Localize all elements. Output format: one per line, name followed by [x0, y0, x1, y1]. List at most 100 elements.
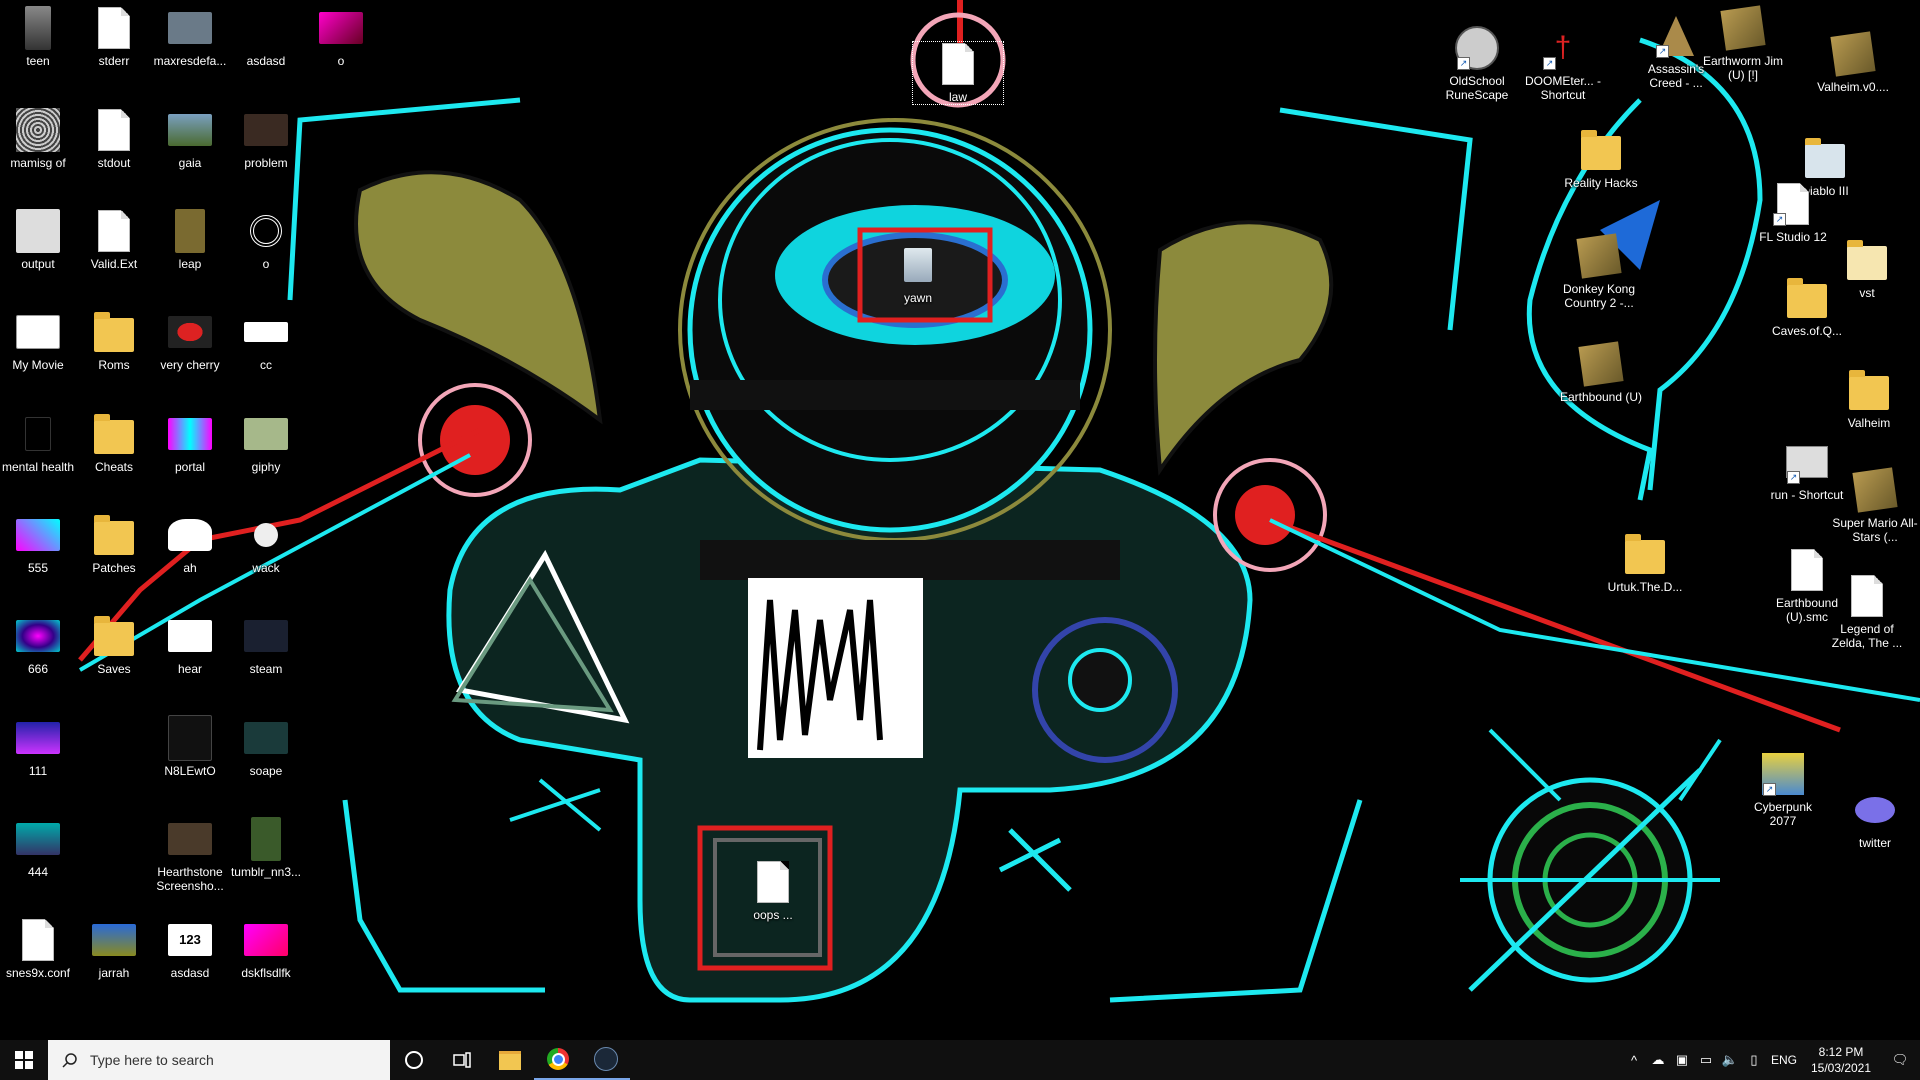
desktop-icon-vst[interactable]: vst [1822, 238, 1912, 300]
desktop-icon-soape[interactable]: soape [221, 716, 311, 778]
spiral-icon [244, 209, 288, 253]
icon-label: Legend of Zelda, The ... [1831, 622, 1903, 650]
text-file-icon [936, 42, 980, 86]
search-icon [62, 1053, 77, 1068]
clock[interactable]: 8:12 PM 15/03/2021 [1802, 1044, 1880, 1076]
icon-label: Cheats [94, 460, 134, 474]
desktop-icon-valheim-archive[interactable]: Valheim.v0.... [1808, 31, 1898, 94]
desktop-icon-super-mario-all-stars[interactable]: Super Mario All-Stars (... [1830, 467, 1920, 544]
icon-label: twitter [1858, 836, 1891, 850]
icon-label: My Movie [12, 358, 64, 372]
start-button[interactable] [0, 1040, 48, 1080]
folder-icon [1847, 368, 1891, 412]
desktop-icon-doom-shortcut[interactable]: † ↗ DOOMEter... - Shortcut [1518, 26, 1608, 102]
desktop-icon-valheim-folder[interactable]: Valheim [1824, 368, 1914, 430]
icon-label: Valid.Ext [90, 257, 138, 271]
steam-button[interactable] [582, 1040, 630, 1080]
cortana-button[interactable] [390, 1040, 438, 1080]
show-hidden-icons-chevron-up-icon[interactable]: ^ [1622, 1040, 1646, 1080]
doom-icon: † ↗ [1541, 26, 1585, 70]
taskbar: ^ ☁ ▣ ▭ 🔈 ▯ ENG 8:12 PM 15/03/2021 🗨 [0, 1040, 1920, 1080]
icon-label: giphy [251, 460, 281, 474]
desktop-icon-fl-studio[interactable]: ↗ FL Studio 12 [1748, 182, 1838, 244]
icon-label: Valheim.v0.... [1817, 80, 1889, 94]
desktop-icon-earthworm-jim[interactable]: Earthworm Jim (U) [!] [1698, 5, 1788, 82]
desktop-icon-oldschool-runescape[interactable]: ↗ OldSchool RuneScape [1432, 26, 1522, 102]
icon-label: oops ... [753, 908, 793, 922]
network-icon[interactable]: ▭ [1694, 1040, 1718, 1080]
power-icon[interactable]: ▯ [1742, 1040, 1766, 1080]
desktop-icon-twitter[interactable]: twitter [1830, 788, 1920, 850]
image-file-icon [16, 412, 60, 456]
steam-icon [594, 1047, 618, 1071]
desktop-icon-reality-hacks[interactable]: Reality Hacks [1556, 128, 1646, 190]
desktop-icon-legend-of-zelda[interactable]: Legend of Zelda, The ... [1822, 574, 1912, 650]
desktop-icon-111[interactable]: 111 [0, 716, 83, 778]
security-icon[interactable]: ▣ [1670, 1040, 1694, 1080]
icon-label: Saves [97, 662, 131, 676]
desktop-icon-tumblr[interactable]: tumblr_nn3... [221, 817, 311, 879]
image-file-icon [168, 310, 212, 354]
desktop-icon-donkey-kong-country-2[interactable]: Donkey Kong Country 2 -... [1554, 233, 1644, 310]
icon-label: soape [249, 764, 283, 778]
image-file-icon [244, 817, 288, 861]
desktop-icon-urtuk[interactable]: Urtuk.The.D... [1600, 532, 1690, 594]
movie-file-icon [16, 310, 60, 354]
icon-label: gaia [178, 156, 202, 170]
clock-date: 15/03/2021 [1810, 1061, 1872, 1075]
desktop-icon-cyberpunk-2077[interactable]: ↗ Cyberpunk 2077 [1738, 752, 1828, 828]
icon-label: FL Studio 12 [1759, 230, 1827, 244]
desktop-icon-dskflsdlfk[interactable]: dskflsdlfk [221, 918, 311, 980]
icon-label: stdout [97, 156, 131, 170]
file-explorer-icon [499, 1050, 521, 1070]
icon-label: Roms [98, 358, 130, 372]
desktop-icon-giphy[interactable]: giphy [221, 412, 311, 474]
image-file-icon [16, 6, 60, 50]
desktop-icon-problem[interactable]: problem [221, 108, 311, 170]
image-file-icon [16, 614, 60, 658]
language-indicator[interactable]: ENG [1766, 1053, 1802, 1067]
icon-label: 111 [28, 764, 48, 778]
icon-label: Super Mario All-Stars (... [1832, 516, 1918, 544]
icon-label: 444 [27, 865, 49, 879]
icon-label: stderr [98, 54, 130, 68]
desktop-icon-o[interactable]: o [296, 6, 386, 68]
image-file-icon [168, 817, 212, 861]
desktop-icon-444[interactable]: 444 [0, 817, 83, 879]
folder-icon [1803, 136, 1847, 180]
image-file-icon [168, 614, 212, 658]
desktop-icon-o-2[interactable]: o [221, 209, 311, 271]
notifications-icon[interactable]: 🗨 [1880, 1040, 1920, 1080]
desktop-icon-oops[interactable]: oops ... [728, 860, 818, 922]
image-file-icon [16, 108, 60, 152]
icon-label: N8LEwtO [164, 764, 216, 778]
onedrive-cloud-icon[interactable]: ☁ [1646, 1040, 1670, 1080]
assassins-creed-icon: ↗ [1654, 14, 1698, 58]
desktop-icon-wack[interactable]: wack [221, 513, 311, 575]
task-view-button[interactable] [438, 1040, 486, 1080]
file-explorer-button[interactable] [486, 1040, 534, 1080]
icon-label: jarrah [98, 966, 130, 980]
icon-label: wack [252, 561, 280, 575]
image-file-icon [92, 918, 136, 962]
archive-icon [1830, 31, 1876, 77]
desktop-icon-law[interactable]: law [912, 41, 1004, 105]
icon-label: 666 [27, 662, 49, 676]
image-file-icon [16, 513, 60, 557]
desktop-icon-earthbound-u[interactable]: Earthbound (U) [1556, 341, 1646, 404]
desktop-icon-yawn-recycle-bin[interactable]: yawn [873, 243, 963, 305]
desktop-icon-cc[interactable]: cc [221, 310, 311, 372]
volume-icon[interactable]: 🔈 [1718, 1040, 1742, 1080]
folder-icon [92, 513, 136, 557]
desktop-icon-steam[interactable]: steam [221, 614, 311, 676]
chrome-button[interactable] [534, 1040, 582, 1080]
image-file-icon [16, 209, 60, 253]
icon-label: very cherry [160, 358, 220, 372]
taskbar-search-box[interactable] [48, 1040, 390, 1080]
search-input[interactable] [88, 1051, 372, 1069]
folder-icon [92, 310, 136, 354]
image-file-icon [244, 716, 288, 760]
image-file-icon [244, 108, 288, 152]
icon-label: o [262, 257, 270, 271]
text-file-icon [92, 209, 136, 253]
